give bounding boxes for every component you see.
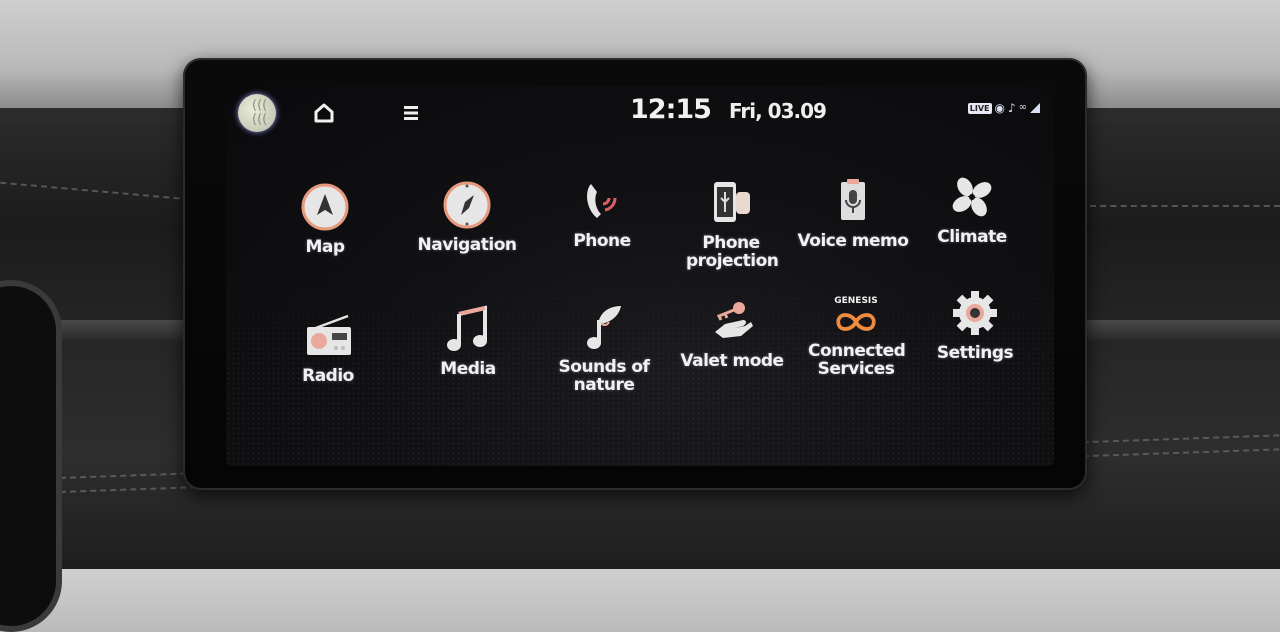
app-label: Valet mode	[680, 351, 784, 371]
app-valet-mode[interactable]: Valet mode	[667, 296, 797, 370]
app-label: Phone projection	[686, 233, 779, 271]
app-label: Climate	[937, 227, 1007, 247]
phone-projection-icon	[714, 182, 750, 222]
app-navigation[interactable]: Navigation	[402, 180, 532, 254]
app-label: Voice memo	[797, 231, 909, 251]
app-map[interactable]: Map	[260, 182, 390, 256]
app-label: Media	[440, 359, 496, 379]
app-sounds-of-nature[interactable]: Sounds of nature	[539, 302, 669, 394]
app-phone-projection[interactable]: Phone projection	[666, 178, 796, 270]
app-label: Connected Services	[808, 341, 906, 379]
dashboard-stitching	[1090, 205, 1280, 207]
phone-icon	[587, 184, 617, 218]
app-voice-memo[interactable]: Voice memo	[788, 176, 918, 250]
app-media[interactable]: Media	[403, 304, 533, 378]
app-settings[interactable]: Settings	[910, 288, 1040, 362]
app-grid: Map Navigation Phone Phone projection Vo…	[226, 86, 1054, 466]
app-label: Navigation	[417, 235, 517, 255]
voice-memo-icon	[841, 179, 865, 220]
steering-wheel-edge	[0, 280, 62, 632]
dashboard-stitching	[0, 181, 190, 201]
key-hand-icon	[715, 302, 753, 338]
app-label: Settings	[936, 343, 1014, 363]
infotainment-screen: (((((( 12:15 Fri, 03.09 LIVE ◉ ♪ ∞ Map N…	[226, 86, 1054, 466]
app-label: Radio	[302, 366, 354, 386]
radio-icon	[307, 314, 351, 355]
fan-icon	[952, 177, 992, 217]
leaf-note-icon	[587, 306, 621, 349]
app-label: Sounds of nature	[558, 357, 650, 395]
music-note-icon	[447, 305, 487, 351]
compass-icon	[443, 181, 491, 229]
map-icon	[301, 183, 349, 231]
genesis-brand-text: GENESIS	[834, 296, 878, 306]
gear-icon	[953, 291, 997, 335]
genesis-connected-icon	[836, 313, 876, 331]
app-climate[interactable]: Climate	[907, 172, 1037, 246]
app-radio[interactable]: Radio	[263, 311, 393, 385]
app-label: Phone	[573, 231, 631, 251]
app-connected-services[interactable]: GENESIS Connected Services	[791, 296, 921, 378]
app-phone[interactable]: Phone	[537, 176, 667, 250]
app-label: Map	[305, 237, 345, 257]
